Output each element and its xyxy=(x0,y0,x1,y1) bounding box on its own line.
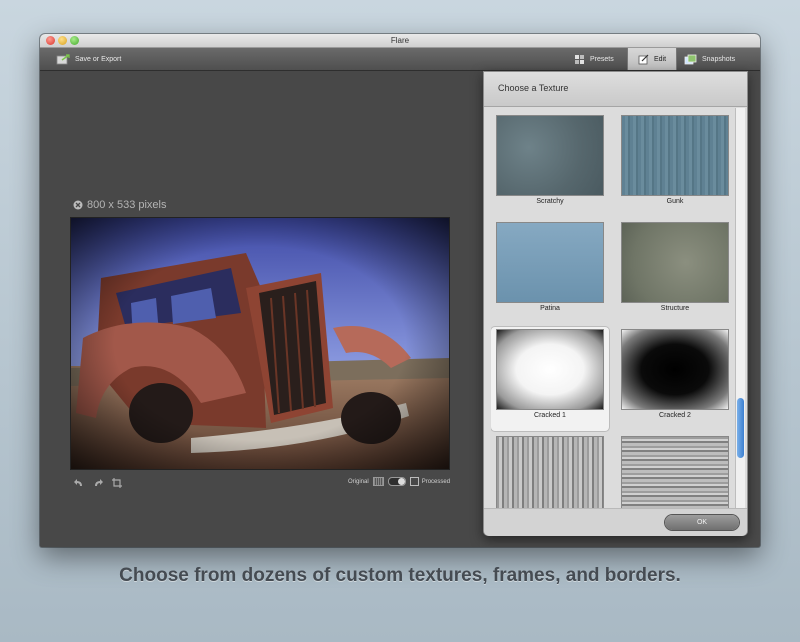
title-bar: Flare xyxy=(40,34,760,48)
texture-list: Scratchy Gunk Patina Structure Cracked 1… xyxy=(491,113,735,508)
processed-label: Processed xyxy=(421,478,451,485)
redo-icon[interactable] xyxy=(93,478,103,488)
original-processed-toggle[interactable] xyxy=(387,477,406,486)
ok-button[interactable]: OK xyxy=(665,515,739,530)
car-photo-illustration xyxy=(71,218,449,469)
presets-icon xyxy=(575,54,584,64)
edit-icon xyxy=(638,54,649,64)
snapshots-label: Snapshots xyxy=(702,55,736,63)
texture-label: Patina xyxy=(540,305,560,312)
original-label: Original xyxy=(348,478,369,485)
close-circle-icon[interactable] xyxy=(73,200,83,210)
texture-scrollbar[interactable]: ▲ ▼ xyxy=(735,108,745,528)
compare-controls: Original Processed xyxy=(348,477,450,486)
edit-tools xyxy=(74,478,122,488)
save-export-icon xyxy=(56,53,70,64)
texture-panel-header: Choose a Texture xyxy=(484,72,747,107)
window-title: Flare xyxy=(390,36,410,45)
image-size-label: 800 x 533 pixels xyxy=(87,199,167,211)
texture-label: Scratchy xyxy=(536,198,564,205)
crop-icon[interactable] xyxy=(112,478,122,488)
undo-icon[interactable] xyxy=(74,478,84,488)
presets-label: Presets xyxy=(590,55,614,63)
marketing-caption: Choose from dozens of custom textures, f… xyxy=(119,565,681,586)
texture-thumbnail xyxy=(622,116,728,195)
texture-thumbnail xyxy=(622,330,728,409)
edit-tab[interactable]: Edit xyxy=(627,48,677,70)
texture-tile-structure[interactable]: Structure xyxy=(616,220,734,324)
texture-tile-scratchy[interactable]: Scratchy xyxy=(491,113,609,217)
texture-tile-patina[interactable]: Patina xyxy=(491,220,609,324)
toolbar: Save or Export Presets Edit Snapshots xyxy=(40,48,760,71)
texture-tile-gunk[interactable]: Gunk xyxy=(616,113,734,217)
image-size-info: 800 x 533 pixels xyxy=(73,199,167,211)
texture-thumbnail xyxy=(497,223,603,302)
texture-thumbnail xyxy=(497,116,603,195)
texture-panel-footer: OK xyxy=(484,508,747,536)
save-export-label: Save or Export xyxy=(75,55,122,63)
texture-tile-cracked-2[interactable]: Cracked 2 xyxy=(616,327,734,431)
photo-preview[interactable] xyxy=(71,218,449,469)
texture-panel: Choose a Texture Scratchy Gunk Patina St… xyxy=(483,71,748,536)
texture-label: Gunk xyxy=(666,198,684,205)
texture-label: Cracked 2 xyxy=(659,412,691,419)
canvas-area: 800 x 533 pixels Original Processed xyxy=(40,71,480,547)
original-thumbnail-icon xyxy=(372,477,384,486)
texture-label: Cracked 1 xyxy=(534,412,566,419)
texture-thumbnail xyxy=(622,223,728,302)
scrollbar-thumb[interactable] xyxy=(737,398,744,458)
texture-thumbnail xyxy=(497,437,603,508)
panel-title: Choose a Texture xyxy=(498,83,569,93)
texture-tile-streaks-vertical[interactable] xyxy=(491,434,609,508)
save-export-button[interactable]: Save or Export xyxy=(56,48,121,70)
app-window: Flare Save or Export Presets Edit Snapsh… xyxy=(40,34,760,547)
texture-label: Structure xyxy=(660,305,690,312)
texture-tile-cracked-1[interactable]: Cracked 1 xyxy=(491,327,609,431)
texture-thumbnail xyxy=(497,330,603,409)
processed-checkbox[interactable] xyxy=(409,477,419,486)
texture-tile-streaks-horizontal[interactable] xyxy=(616,434,734,508)
edit-label: Edit xyxy=(653,55,667,63)
presets-tab[interactable]: Presets xyxy=(574,48,614,70)
snapshots-tab[interactable]: Snapshots xyxy=(684,48,735,70)
texture-thumbnail xyxy=(622,437,728,508)
snapshots-icon xyxy=(684,54,697,64)
